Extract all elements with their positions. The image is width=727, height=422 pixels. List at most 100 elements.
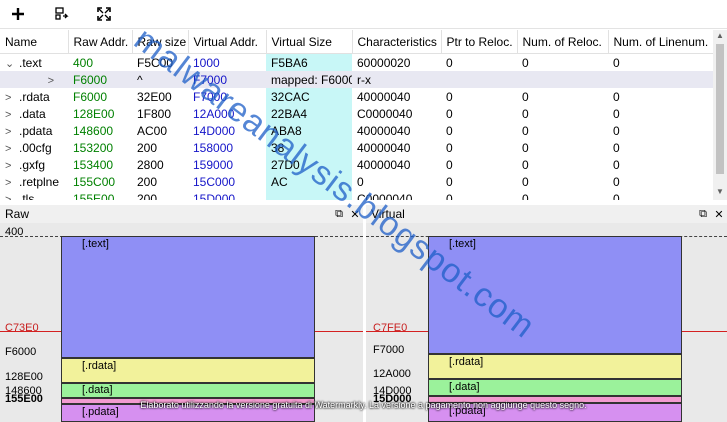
expand-arrow-icon[interactable]: > — [5, 160, 19, 172]
col-virtual-addr[interactable]: Virtual Addr. — [188, 30, 267, 54]
expand-arrow-icon[interactable]: > — [5, 92, 19, 104]
cell-virtual-size: 22BA4 — [266, 105, 352, 122]
scroll-down-icon[interactable]: ▼ — [716, 187, 724, 196]
cell-ptr-reloc: 0 — [446, 106, 453, 121]
table-row[interactable]: > .data 128E00 1F800 12A000 22BA4 C000004… — [0, 105, 713, 122]
undock-icon[interactable]: ⧉ — [331, 208, 347, 221]
expand-arrow-icon[interactable]: > — [5, 109, 19, 121]
cell-raw-size: 32E00 — [137, 89, 172, 104]
scroll-thumb[interactable] — [716, 44, 724, 174]
expand-arrow-icon[interactable]: > — [5, 177, 19, 189]
cell-num-reloc: 0 — [522, 106, 529, 121]
scroll-up-icon[interactable]: ▲ — [716, 31, 724, 40]
cell-name: ⌄ .text — [5, 55, 42, 70]
table-header: Name Raw Addr. Raw size Virtual Addr. Vi… — [0, 30, 713, 54]
raw-pane-title: Raw — [5, 207, 30, 221]
raw-section-rdata[interactable]: [.rdata] — [61, 358, 315, 383]
cell-virtual-addr: F7000 — [193, 89, 228, 104]
cell-raw-size: ^ — [132, 71, 188, 88]
undock-icon[interactable]: ⧉ — [695, 208, 711, 221]
col-num-reloc[interactable]: Num. of Reloc. — [517, 30, 609, 54]
cell-name: > .data — [5, 106, 46, 121]
cell-num-linenum: 0 — [613, 140, 620, 155]
cell-num-linenum — [608, 71, 713, 88]
raw-section-tail[interactable]: [.pdata] — [61, 404, 315, 422]
cell-virtual-addr: 159000 — [193, 157, 234, 172]
col-ptr-reloc[interactable]: Ptr to Reloc. — [441, 30, 518, 54]
cell-virtual-size: 27D0 — [266, 156, 352, 173]
sections-table: Name Raw Addr. Raw size Virtual Addr. Vi… — [0, 30, 713, 200]
table-row[interactable]: > .rdata F6000 32E00 F7000 32CAC 40000040… — [0, 88, 713, 105]
cell-virtual-size: ABA8 — [266, 122, 352, 139]
cell-raw-addr: F6000 — [73, 89, 108, 104]
virtual-section-text[interactable]: [.text] — [428, 236, 682, 354]
table-row[interactable]: > .tls 155E00 200 15D000 C0000040 0 0 0 — [0, 190, 713, 200]
cell-num-linenum: 0 — [613, 123, 620, 138]
virtual-section-data[interactable]: [.data] — [428, 379, 682, 396]
expand-all-icon[interactable] — [94, 4, 114, 24]
expand-arrow-icon[interactable]: > — [5, 126, 19, 138]
cell-virtual-addr: 1000 — [193, 55, 220, 70]
table-row[interactable]: ⌄ .text 400 F5C00 1000 F5BA6 60000020 0 0… — [0, 53, 713, 71]
close-icon[interactable]: ✕ — [711, 208, 727, 221]
raw-pane-header: Raw ⧉ ✕ — [0, 205, 363, 223]
cell-characteristics: C0000040 — [357, 191, 413, 201]
expand-arrow-icon[interactable]: ⌄ — [5, 57, 19, 70]
cell-virtual-addr: 15D000 — [193, 191, 236, 201]
expand-arrow-icon[interactable]: > — [5, 194, 19, 201]
cell-ptr-reloc — [441, 71, 517, 88]
virtual-pane-title: Virtual — [371, 207, 405, 221]
add-icon[interactable] — [8, 4, 28, 24]
table-row[interactable]: > .retplne 155C00 200 15C000 AC 0 0 0 0 — [0, 173, 713, 190]
cell-ptr-reloc: 0 — [446, 157, 453, 172]
close-icon[interactable]: ✕ — [347, 208, 363, 221]
cell-num-linenum: 0 — [613, 157, 620, 172]
virtual-section-tail[interactable]: [.pdata] — [428, 403, 682, 422]
cell-name: > .pdata — [5, 123, 53, 138]
cell-characteristics: 40000040 — [357, 140, 411, 155]
cell-raw-addr: 153400 — [73, 157, 114, 172]
cell-ptr-reloc: 0 — [446, 191, 453, 201]
col-characteristics[interactable]: Characteristics — [352, 30, 442, 54]
cell-characteristics: 0 — [357, 174, 364, 189]
cell-virtual-addr: 14D000 — [193, 123, 236, 138]
cell-ptr-reloc: 0 — [446, 89, 453, 104]
toolbar — [0, 0, 727, 29]
cell-virtual-addr: 158000 — [193, 140, 234, 155]
col-name[interactable]: Name — [0, 30, 69, 54]
cell-raw-size: 200 — [137, 191, 158, 201]
cell-name: > .gxfg — [5, 157, 46, 172]
table-row[interactable]: > .gxfg 153400 2800 159000 27D0 40000040 … — [0, 156, 713, 173]
raw-layout-canvas: 400 C73E0 F6000 128E00 148600 155E00 [.t… — [0, 223, 363, 422]
cell-virtual-size: F5BA6 — [266, 53, 352, 71]
cell-name: > .00cfg — [5, 140, 52, 155]
col-num-linenum[interactable]: Num. of Linenum. — [608, 30, 713, 54]
col-raw-addr[interactable]: Raw Addr. — [68, 30, 133, 54]
cell-num-reloc — [517, 71, 608, 88]
virtual-section-rdata[interactable]: [.rdata] — [428, 354, 682, 379]
cell-characteristics: 40000040 — [357, 157, 411, 172]
table-row[interactable]: > .pdata 148600 AC00 14D000 ABA8 40000040… — [0, 122, 713, 139]
cell-raw-size: 200 — [137, 140, 158, 155]
col-raw-size[interactable]: Raw size — [132, 30, 189, 54]
cell-virtual-addr: 12A000 — [193, 106, 235, 121]
expand-arrow-icon[interactable]: > — [40, 75, 54, 87]
table-row[interactable]: > .00cfg 153200 200 158000 38 40000040 0 … — [0, 139, 713, 156]
cell-raw-addr: 153200 — [73, 140, 114, 155]
export-icon[interactable] — [52, 4, 72, 24]
table-scrollbar[interactable]: ▲ ▼ — [713, 30, 727, 200]
expand-arrow-icon[interactable]: > — [5, 143, 19, 155]
virtual-data-offset: 12A000 — [373, 368, 411, 380]
raw-section-text[interactable]: [.text] — [61, 236, 315, 358]
cell-raw-addr: 155C00 — [73, 174, 116, 189]
cell-virtual-size: AC — [266, 173, 352, 190]
cell-characteristics: 40000040 — [357, 89, 411, 104]
col-virtual-size[interactable]: Virtual Size — [266, 30, 353, 54]
raw-data-offset: 128E00 — [5, 371, 43, 383]
cell-raw-size: 200 — [137, 174, 158, 189]
raw-tail-offset: 155E00 — [5, 393, 43, 405]
cell-raw-addr: 155E00 — [73, 191, 115, 201]
table-row[interactable]: > F6000 ^ F7000 mapped: F6000 r-x — [0, 71, 713, 88]
raw-section-data[interactable]: [.data] — [61, 383, 315, 398]
virtual-section-pdata[interactable] — [428, 396, 682, 403]
